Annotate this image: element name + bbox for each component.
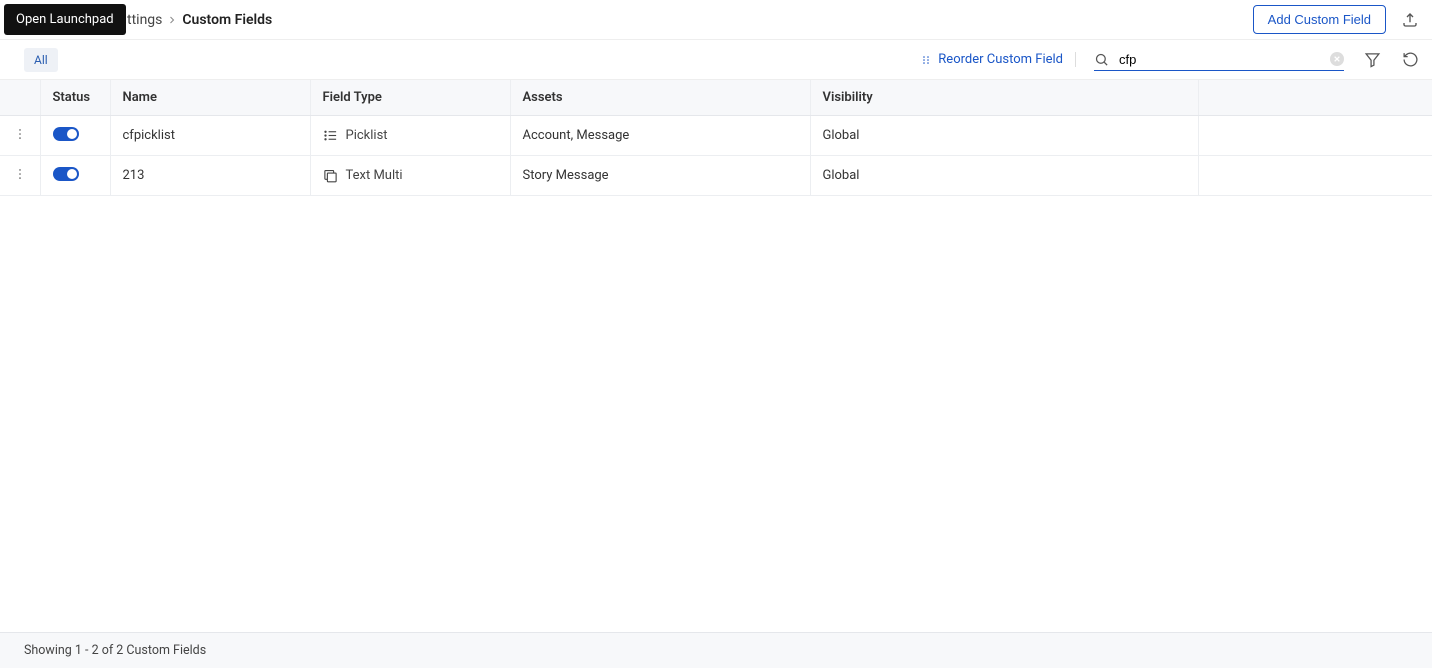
- footer-status-bar: Showing 1 - 2 of 2 Custom Fields: [0, 632, 1432, 668]
- row-type-label: Picklist: [346, 128, 388, 143]
- reorder-label: Reorder Custom Field: [938, 52, 1063, 67]
- clear-search-icon[interactable]: [1330, 52, 1344, 66]
- row-menu-icon[interactable]: [13, 167, 27, 181]
- row-visibility: Global: [810, 116, 1198, 156]
- drag-grid-icon: [920, 54, 932, 66]
- add-custom-field-button[interactable]: Add Custom Field: [1253, 5, 1386, 34]
- search-input[interactable]: [1117, 51, 1322, 68]
- row-name: cfpicklist: [110, 116, 310, 156]
- column-field-type[interactable]: Field Type: [310, 80, 510, 116]
- status-toggle[interactable]: [53, 167, 79, 181]
- text-multi-icon: [323, 168, 338, 183]
- refresh-icon[interactable]: [1400, 50, 1420, 70]
- breadcrumb-parent[interactable]: ttings: [127, 12, 162, 28]
- open-launchpad-tooltip[interactable]: Open Launchpad: [4, 4, 126, 35]
- row-menu-icon[interactable]: [13, 127, 27, 141]
- reorder-custom-field-button[interactable]: Reorder Custom Field: [920, 52, 1076, 67]
- row-assets: Account, Message: [510, 116, 810, 156]
- row-assets: Story Message: [510, 156, 810, 196]
- custom-fields-table: Status Name Field Type Assets Visibility…: [0, 80, 1432, 196]
- filter-all-chip[interactable]: All: [24, 48, 58, 72]
- column-status[interactable]: Status: [40, 80, 110, 116]
- column-visibility[interactable]: Visibility: [810, 80, 1198, 116]
- column-assets[interactable]: Assets: [510, 80, 810, 116]
- table-row[interactable]: 213 Text Multi Story Message Global: [0, 156, 1432, 196]
- row-type-label: Text Multi: [346, 168, 403, 183]
- footer-status-text: Showing 1 - 2 of 2 Custom Fields: [24, 643, 206, 658]
- table-row[interactable]: cfpicklist Picklist Account, Message Glo…: [0, 116, 1432, 156]
- picklist-icon: [323, 128, 338, 143]
- search-input-wrap[interactable]: [1094, 49, 1344, 71]
- export-icon[interactable]: [1400, 10, 1420, 30]
- status-toggle[interactable]: [53, 127, 79, 141]
- row-name: 213: [110, 156, 310, 196]
- breadcrumb-current: Custom Fields: [182, 12, 272, 28]
- column-name[interactable]: Name: [110, 80, 310, 116]
- search-icon: [1094, 52, 1109, 67]
- row-visibility: Global: [810, 156, 1198, 196]
- filter-icon[interactable]: [1362, 50, 1382, 70]
- chevron-right-icon: [166, 14, 178, 26]
